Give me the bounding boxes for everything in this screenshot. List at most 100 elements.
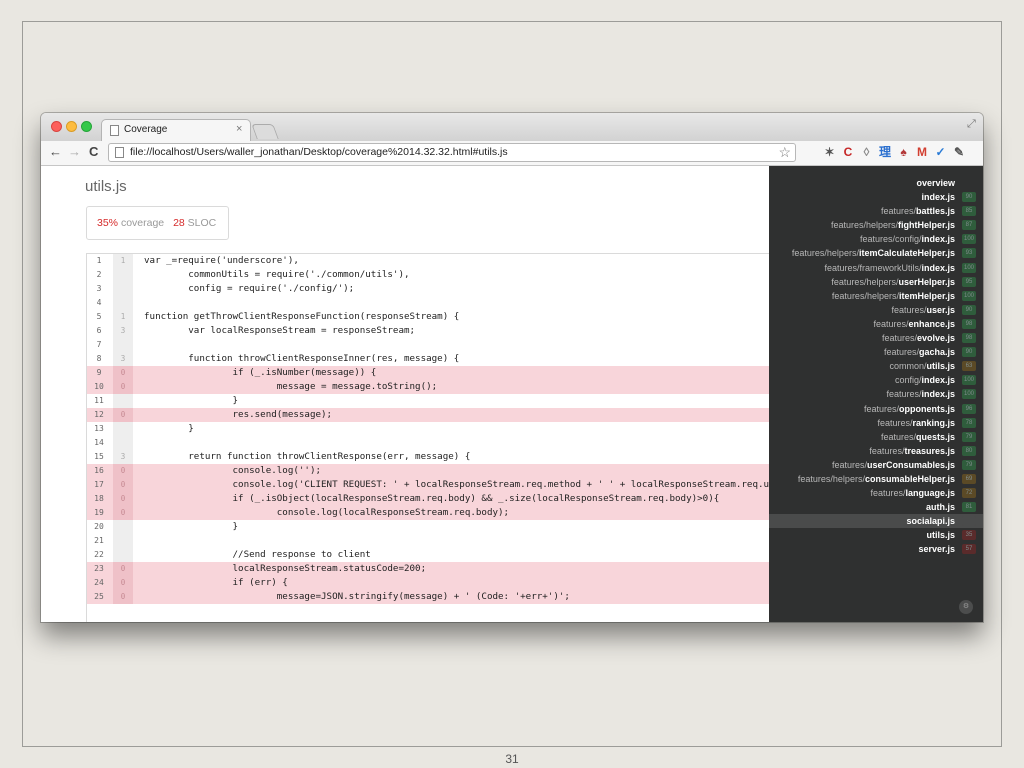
check-icon[interactable]: ✓ bbox=[934, 146, 947, 159]
hit-count: 1 bbox=[113, 254, 133, 268]
file-name: index.js bbox=[921, 192, 955, 203]
source-text: res.send(message); bbox=[144, 409, 333, 420]
minimize-window-button[interactable] bbox=[66, 121, 77, 132]
file-path-prefix: features/helpers/ bbox=[831, 290, 899, 301]
sidebar-file-link[interactable]: auth.js 81 bbox=[769, 500, 983, 514]
sidebar-file-link[interactable]: features/userConsumables.js 79 bbox=[769, 458, 983, 472]
settings-icon[interactable]: ⚙ bbox=[959, 600, 973, 614]
hit-count bbox=[113, 548, 133, 562]
sidebar-file-link[interactable]: socialapi.js bbox=[769, 514, 983, 529]
hit-count bbox=[113, 296, 133, 310]
sidebar-file-link[interactable]: features/helpers/consumableHelper.js 69 bbox=[769, 472, 983, 486]
coverage-badge: 80 bbox=[962, 445, 976, 456]
source-text: } bbox=[144, 423, 194, 434]
file-name: index.js bbox=[921, 375, 955, 386]
coverage-badge: 100 bbox=[962, 389, 976, 400]
page-icon bbox=[110, 125, 119, 136]
line-number: 5 bbox=[96, 312, 102, 321]
sidebar-file-link[interactable]: features/language.js 72 bbox=[769, 486, 983, 500]
code-line: 10 0 message = message.toString(); bbox=[87, 380, 769, 394]
hit-count bbox=[113, 422, 133, 436]
gmail-icon[interactable]: M bbox=[916, 146, 929, 159]
sidebar-file-link[interactable]: features/battles.js 85 bbox=[769, 204, 983, 218]
line-number: 3 bbox=[96, 284, 102, 293]
page-number: 31 bbox=[505, 752, 519, 766]
close-window-button[interactable] bbox=[51, 121, 62, 132]
line-number: 21 bbox=[94, 536, 104, 545]
sidebar-file-link[interactable]: features/helpers/itemHelper.js 100 bbox=[769, 289, 983, 303]
sidebar-file-link[interactable]: features/helpers/fightHelper.js 87 bbox=[769, 218, 983, 232]
page-icon bbox=[115, 147, 124, 158]
sidebar-file-link[interactable]: features/index.js 100 bbox=[769, 387, 983, 401]
source-text: console.log(localResponseStream.req.body… bbox=[144, 507, 510, 518]
source-text: var _=require('underscore'), bbox=[144, 255, 299, 266]
kanji-icon[interactable]: 理 bbox=[879, 146, 892, 159]
file-name: ranking.js bbox=[912, 417, 955, 428]
sloc-count: 28 bbox=[173, 217, 185, 229]
sidebar-file-link[interactable]: utils.js 35 bbox=[769, 528, 983, 542]
line-number: 17 bbox=[94, 480, 104, 489]
maximize-window-button[interactable] bbox=[81, 121, 92, 132]
reload-button[interactable]: C bbox=[89, 144, 98, 159]
file-path-prefix: features/ bbox=[880, 431, 916, 442]
address-bar[interactable]: file://localhost/Users/waller_jonathan/D… bbox=[108, 143, 796, 162]
code-line: 6 3 var localResponseStream = responseStr… bbox=[87, 324, 769, 338]
sidebar-file-link[interactable]: features/quests.js 79 bbox=[769, 430, 983, 444]
sidebar-file-link[interactable]: config/index.js 100 bbox=[769, 373, 983, 387]
code-line: 21 bbox=[87, 534, 769, 548]
sidebar-file-link[interactable]: features/gacha.js 90 bbox=[769, 345, 983, 359]
back-button[interactable]: ← bbox=[49, 144, 62, 159]
url-text[interactable]: file://localhost/Users/waller_jonathan/D… bbox=[130, 146, 508, 158]
file-name: gacha.js bbox=[918, 347, 955, 358]
line-number: 24 bbox=[94, 578, 104, 587]
sidebar-file-link[interactable]: common/utils.js 63 bbox=[769, 359, 983, 373]
fullscreen-icon[interactable]: ⤢ bbox=[967, 118, 976, 131]
file-name: itemHelper.js bbox=[898, 290, 955, 301]
source-text: var localResponseStream = responseStream… bbox=[144, 325, 416, 336]
new-tab-button[interactable] bbox=[251, 124, 279, 139]
close-tab-icon[interactable]: × bbox=[236, 123, 242, 135]
sidebar-overview-link[interactable]: overview bbox=[769, 166, 983, 190]
source-text: message = message.toString(); bbox=[144, 381, 438, 392]
coverage-badge: 81 bbox=[962, 502, 976, 513]
sidebar-file-link[interactable]: features/treasures.js 80 bbox=[769, 444, 983, 458]
sidebar-file-link[interactable]: features/config/index.js 100 bbox=[769, 232, 983, 246]
c-extension-icon[interactable]: C bbox=[842, 146, 855, 159]
sidebar-file-link[interactable]: features/helpers/itemCalculateHelper.js 9… bbox=[769, 246, 983, 260]
tab-coverage[interactable]: Coverage × bbox=[101, 119, 251, 141]
sidebar-file-link[interactable]: features/frameworkUtils/index.js 100 bbox=[769, 261, 983, 275]
code-line: 9 0 if (_.isNumber(message)) { bbox=[87, 366, 769, 380]
coverage-badge: 90 bbox=[962, 347, 976, 358]
sidebar-file-link[interactable]: features/helpers/userHelper.js 95 bbox=[769, 275, 983, 289]
line-number: 18 bbox=[94, 494, 104, 503]
flame-icon[interactable]: ♠ bbox=[897, 146, 910, 159]
forward-button[interactable]: → bbox=[68, 144, 81, 159]
coverage-badge: 98 bbox=[962, 318, 976, 329]
tab-title: Coverage bbox=[124, 124, 168, 135]
file-name: index.js bbox=[921, 234, 955, 245]
sidebar-file-link[interactable]: features/user.js 90 bbox=[769, 303, 983, 317]
code-line: 8 3 function throwClientResponseInner(res… bbox=[87, 352, 769, 366]
sidebar-file-link[interactable]: features/opponents.js 96 bbox=[769, 402, 983, 416]
wrench-icon[interactable]: ✎ bbox=[953, 146, 966, 159]
sidebar-file-link[interactable]: server.js 57 bbox=[769, 542, 983, 556]
line-number: 12 bbox=[94, 410, 104, 419]
source-text: config = require('./config/'); bbox=[144, 283, 355, 294]
coverage-badge: 90 bbox=[962, 192, 976, 203]
sidebar-file-link[interactable]: features/ranking.js 78 bbox=[769, 416, 983, 430]
code-line: 3 config = require('./config/'); bbox=[87, 282, 769, 296]
file-path-prefix: features/helpers/ bbox=[831, 276, 899, 287]
sidebar-file-link[interactable]: features/evolve.js 98 bbox=[769, 331, 983, 345]
shield-icon[interactable]: ◊ bbox=[860, 146, 873, 159]
hit-count bbox=[113, 534, 133, 548]
wand-icon[interactable]: ✶ bbox=[823, 146, 836, 159]
source-text: if (_.isObject(localResponseStream.req.b… bbox=[144, 493, 720, 504]
title-bar: Coverage × ⤢ bbox=[41, 113, 983, 141]
sidebar-file-link[interactable]: index.js 90 bbox=[769, 190, 983, 204]
hit-count bbox=[113, 282, 133, 296]
coverage-badge: 95 bbox=[962, 276, 976, 287]
file-name: quests.js bbox=[915, 431, 955, 442]
code-line: 25 0 message=JSON.stringify(message) + ' … bbox=[87, 590, 769, 604]
sidebar-file-link[interactable]: features/enhance.js 98 bbox=[769, 317, 983, 331]
bookmark-star-icon[interactable]: ☆ bbox=[778, 144, 791, 161]
